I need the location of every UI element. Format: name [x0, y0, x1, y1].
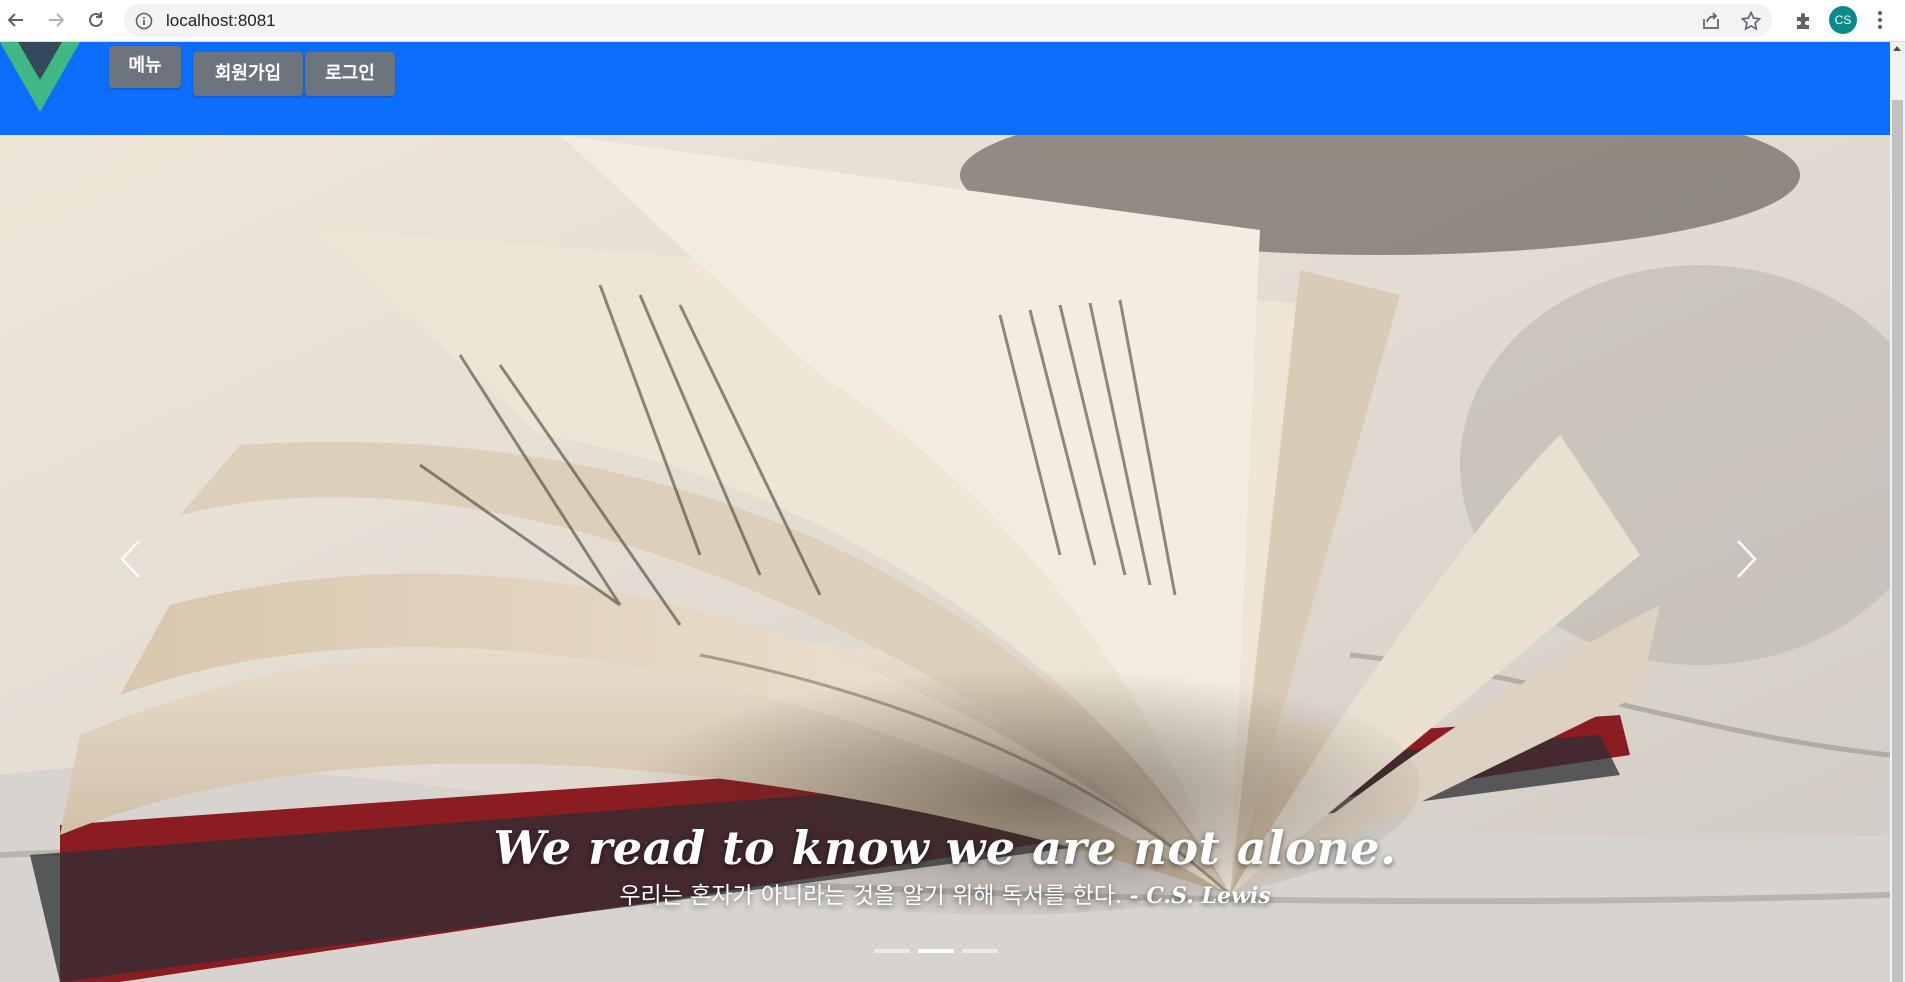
chevron-right-icon	[1737, 540, 1757, 578]
puzzle-icon[interactable]	[1791, 8, 1817, 34]
carousel-indicator-2[interactable]	[918, 949, 954, 953]
caption-subtitle: 우리는 혼자가 아니라는 것을 알기 위해 독서를 한다. - C.S. Lew…	[420, 881, 1470, 911]
caption-author: - C.S. Lewis	[1129, 883, 1271, 909]
web-page: 메뉴 회원가입 로그인 We read to know we are not a…	[0, 42, 1890, 982]
reload-button[interactable]	[82, 6, 110, 34]
login-button[interactable]: 로그인	[305, 52, 395, 96]
forward-arrow-icon	[49, 13, 65, 27]
kebab-icon[interactable]	[1868, 6, 1892, 34]
vue-logo[interactable]	[0, 42, 80, 112]
top-navbar: 메뉴 회원가입 로그인	[0, 42, 1890, 135]
scroll-up-arrow[interactable]	[1893, 46, 1901, 51]
forward-button[interactable]	[42, 6, 70, 34]
page-scrollbar[interactable]	[1890, 42, 1905, 982]
info-icon[interactable]	[134, 11, 154, 31]
carousel-indicators	[874, 949, 998, 955]
reload-icon	[89, 12, 103, 27]
signup-button[interactable]: 회원가입	[193, 52, 303, 96]
share-icon[interactable]	[1700, 10, 1722, 32]
address-bar[interactable]: localhost:8081	[124, 4, 1772, 37]
carousel-caption: We read to know we are not alone. 우리는 혼자…	[420, 821, 1470, 911]
hero-carousel: We read to know we are not alone. 우리는 혼자…	[0, 135, 1890, 982]
star-icon[interactable]	[1740, 10, 1762, 32]
menu-button[interactable]: 메뉴	[109, 46, 181, 88]
back-button[interactable]	[2, 6, 30, 34]
chevron-left-icon	[120, 540, 140, 578]
browser-toolbar: localhost:8081 CS	[0, 0, 1905, 42]
profile-avatar[interactable]: CS	[1829, 6, 1857, 34]
caption-korean: 우리는 혼자가 아니라는 것을 알기 위해 독서를 한다.	[619, 883, 1123, 909]
scroll-thumb[interactable]	[1892, 100, 1903, 982]
carousel-indicator-3[interactable]	[962, 949, 998, 953]
carousel-indicator-1[interactable]	[874, 949, 910, 953]
caption-title: We read to know we are not alone.	[493, 821, 1397, 875]
carousel-prev-button[interactable]	[105, 531, 155, 587]
url-text[interactable]: localhost:8081	[166, 4, 276, 37]
carousel-next-button[interactable]	[1722, 531, 1772, 587]
back-arrow-icon	[7, 13, 23, 27]
